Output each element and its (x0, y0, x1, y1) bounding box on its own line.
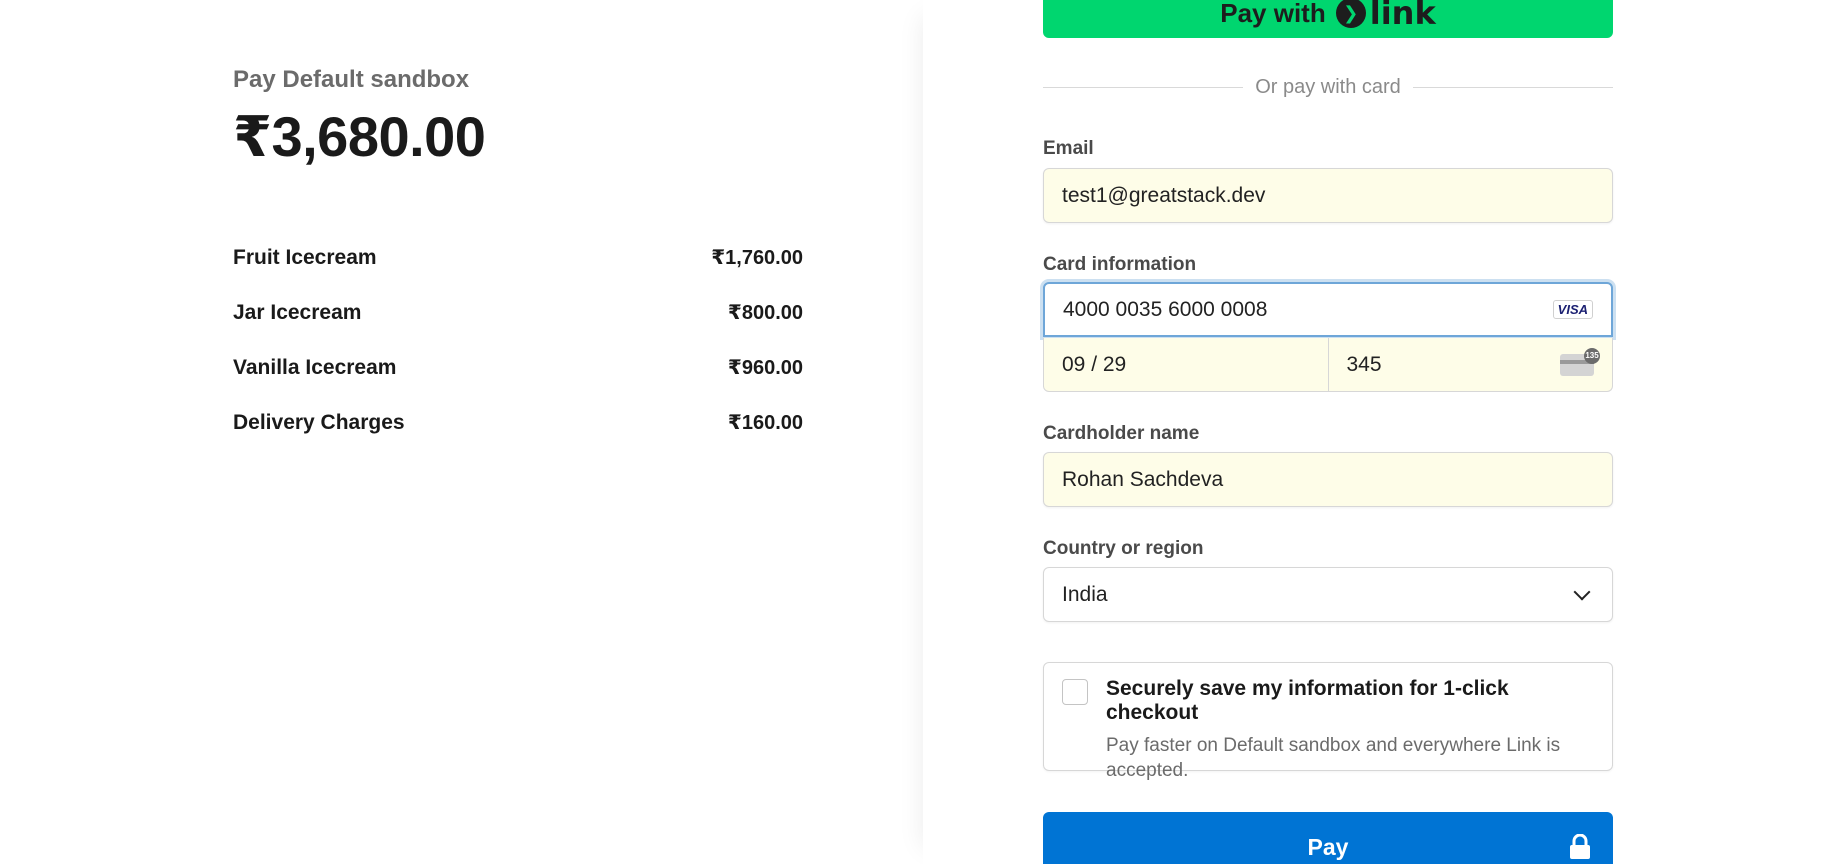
line-item-name: Vanilla Icecream (233, 355, 397, 379)
cardholder-name-field[interactable]: Rohan Sachdeva (1043, 452, 1613, 507)
total-amount: ₹3,680.00 (233, 105, 486, 168)
card-cvc-field[interactable]: 345 135 (1327, 338, 1613, 391)
line-item-price: ₹160.00 (727, 412, 803, 434)
merchant-name: Pay Default sandbox (233, 66, 470, 93)
country-label: Country or region (1043, 538, 1204, 559)
card-expiry-cvc-row: 09 / 29 345 135 (1043, 338, 1613, 392)
card-expiry-field[interactable]: 09 / 29 (1044, 338, 1328, 391)
card-number-field[interactable]: 4000 0035 6000 0008 VISA (1043, 282, 1613, 337)
chevron-down-icon (1573, 583, 1591, 600)
cardholder-name-value: Rohan Sachdeva (1062, 467, 1224, 491)
line-item: Jar Icecream ₹800.00 (233, 285, 803, 340)
pay-with-link-button[interactable]: Pay with ❯ link (1043, 0, 1613, 38)
chevron-right-icon: ❯ (1335, 0, 1366, 28)
visa-icon: VISA (1552, 300, 1593, 319)
save-info-checkbox[interactable] (1062, 679, 1088, 705)
order-summary-pane: Pay Default sandbox ₹3,680.00 Fruit Icec… (0, 0, 923, 864)
line-item-name: Jar Icecream (233, 300, 362, 324)
link-button-label: Pay with (1220, 0, 1326, 28)
country-value: India (1062, 582, 1108, 606)
line-item-price: ₹1,760.00 (711, 247, 803, 269)
divider-line (1043, 87, 1244, 88)
email-value: test1@greatstack.dev (1062, 183, 1266, 207)
save-info-title: Securely save my information for 1-click… (1106, 677, 1509, 724)
email-label: Email (1043, 138, 1094, 159)
link-logo-text: link (1369, 0, 1436, 32)
line-items: Fruit Icecream ₹1,760.00 Jar Icecream ₹8… (233, 230, 803, 450)
save-info-text: Securely save my information for 1-click… (1106, 677, 1594, 781)
line-item: Delivery Charges ₹160.00 (233, 395, 803, 450)
card-expiry-value: 09 / 29 (1062, 352, 1127, 376)
line-item-name: Delivery Charges (233, 410, 405, 434)
divider-text: Or pay with card (1255, 76, 1401, 98)
card-number-value: 4000 0035 6000 0008 (1063, 297, 1268, 321)
card-information-label: Card information (1043, 254, 1197, 275)
card-cvc-value: 345 (1346, 352, 1382, 376)
line-item-price: ₹960.00 (727, 357, 803, 379)
save-info-box: Securely save my information for 1-click… (1043, 662, 1613, 781)
cvc-card-icon: 135 (1560, 347, 1600, 376)
cvc-badge: 135 (1584, 347, 1600, 364)
country-select[interactable]: India (1043, 567, 1613, 622)
link-logo: ❯ link (1335, 0, 1436, 32)
line-item: Vanilla Icecream ₹960.00 (233, 340, 803, 395)
divider-line (1412, 87, 1614, 88)
pay-button[interactable]: Pay (1043, 812, 1613, 864)
pay-button-label: Pay (1307, 833, 1349, 860)
line-item: Fruit Icecream ₹1,760.00 (233, 230, 803, 285)
cardholder-name-label: Cardholder name (1043, 423, 1200, 444)
email-field[interactable]: test1@greatstack.dev (1043, 168, 1613, 223)
lock-icon (1570, 834, 1590, 859)
line-item-name: Fruit Icecream (233, 245, 377, 269)
pay-with-card-divider: Or pay with card (1043, 76, 1614, 99)
save-info-description: Pay faster on Default sandbox and everyw… (1106, 735, 1561, 781)
line-item-price: ₹800.00 (727, 302, 803, 324)
